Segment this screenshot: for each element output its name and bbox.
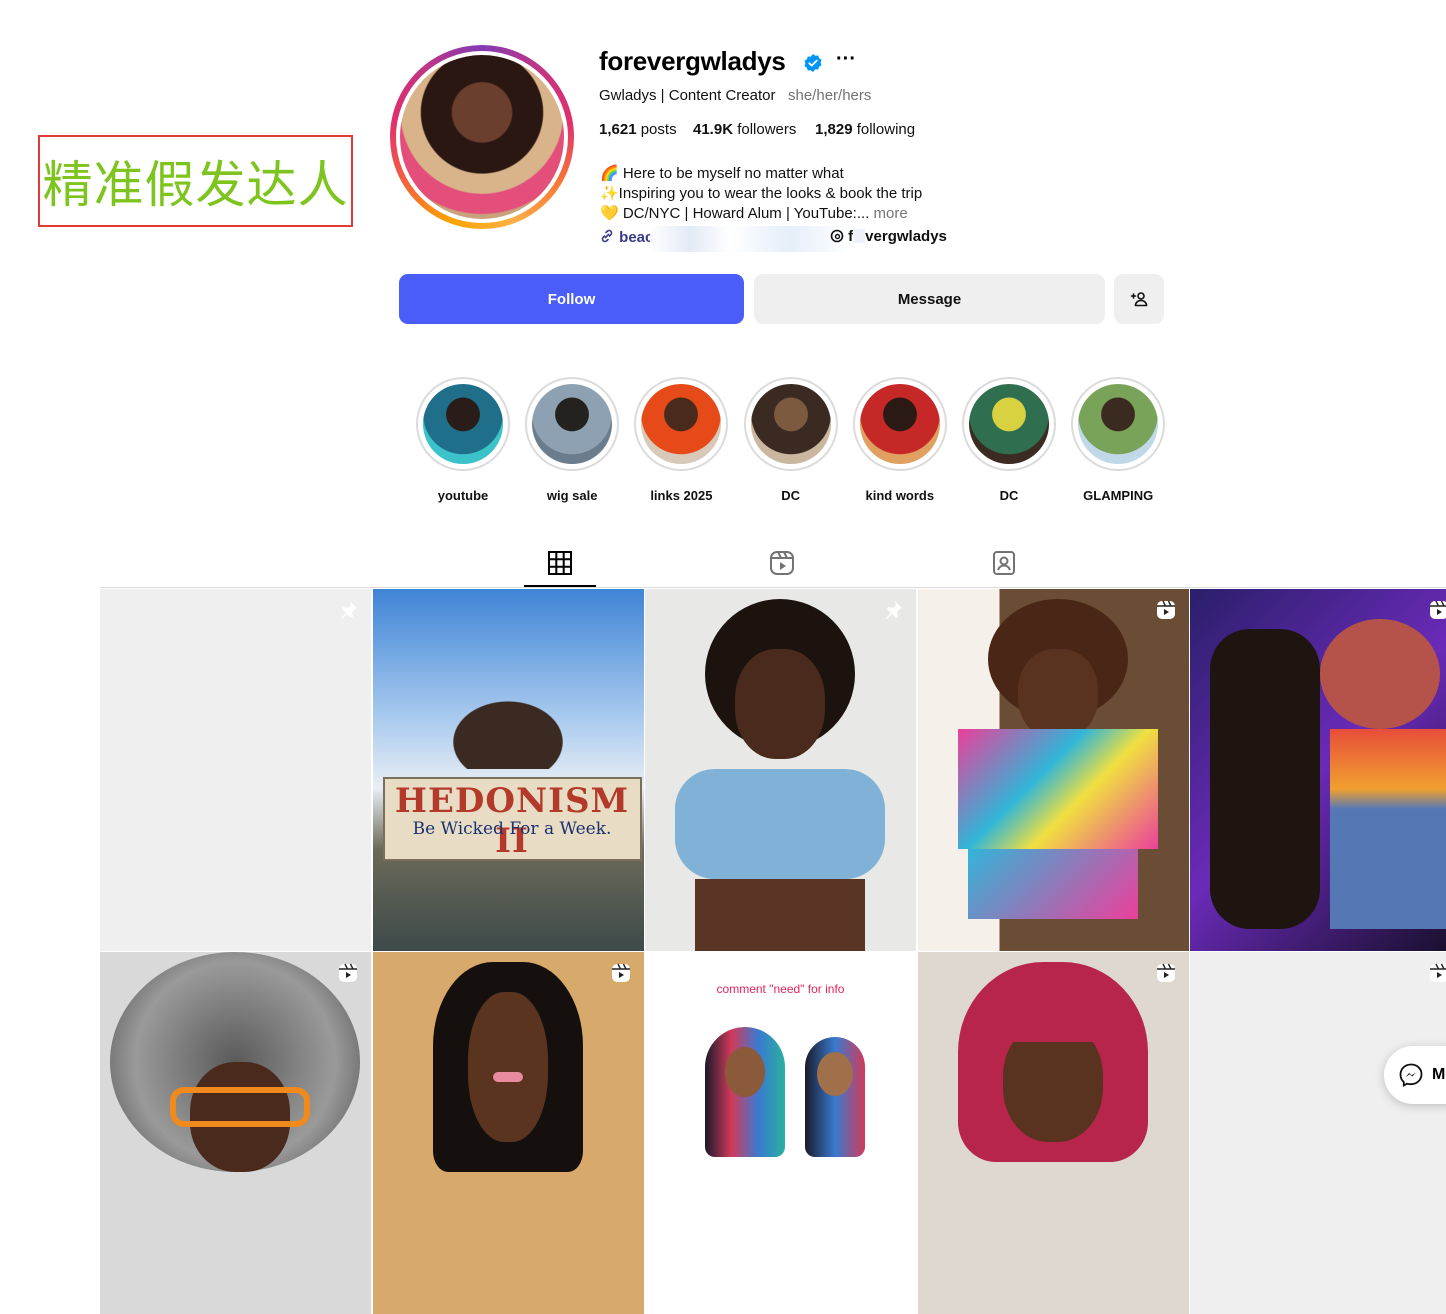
highlight-cover bbox=[969, 384, 1049, 464]
grid-icon[interactable] bbox=[546, 549, 574, 577]
reel-icon bbox=[1155, 962, 1177, 984]
bio-line-2: ✨Inspiring you to wear the looks & book … bbox=[600, 185, 923, 202]
annotation-label: 精准假发达人 bbox=[38, 135, 353, 227]
highlight-item[interactable]: DC bbox=[960, 377, 1058, 503]
highlight-ring bbox=[1071, 377, 1166, 471]
threads-handle-blur bbox=[853, 229, 866, 243]
highlight-label: youtube bbox=[437, 488, 489, 503]
sign-subtitle: Be Wicked For a Week. bbox=[412, 819, 612, 839]
highlight-item[interactable]: GLAMPING bbox=[1069, 377, 1167, 503]
messages-button[interactable]: M bbox=[1384, 1046, 1446, 1104]
following-number: 1,829 bbox=[815, 121, 853, 138]
highlight-item[interactable]: wig sale bbox=[523, 377, 621, 503]
posts-label: posts bbox=[636, 121, 677, 138]
highlight-item[interactable]: youtube bbox=[414, 377, 512, 503]
highlight-item[interactable]: kind words bbox=[851, 377, 949, 503]
highlight-label: links 2025 bbox=[650, 488, 713, 503]
highlight-cover bbox=[1078, 384, 1159, 464]
followers-link[interactable]: 41.9K followers bbox=[693, 121, 796, 138]
followers-label: followers bbox=[733, 121, 797, 138]
post-thumbnail[interactable] bbox=[645, 589, 916, 951]
post-thumbnail[interactable]: HEDONISM II Be Wicked For a Week. bbox=[373, 589, 644, 951]
tabs-divider bbox=[100, 587, 1446, 588]
external-link[interactable]: beac bbox=[599, 228, 653, 246]
messenger-icon bbox=[1399, 1063, 1423, 1088]
posts-number: 1,621 bbox=[599, 121, 637, 138]
highlight-item[interactable]: DC bbox=[742, 377, 840, 503]
reel-icon bbox=[1428, 962, 1446, 984]
threads-icon bbox=[830, 229, 844, 243]
post-thumbnail[interactable]: comment "need" for info bbox=[645, 952, 916, 1314]
full-name: Gwladys | Content Creator bbox=[599, 87, 776, 104]
post-thumbnail[interactable] bbox=[918, 589, 1189, 951]
bio-line-1: 🌈 Here to be myself no matter what bbox=[600, 165, 844, 182]
following-link[interactable]: 1,829 following bbox=[815, 121, 915, 138]
highlight-ring bbox=[634, 377, 729, 471]
verified-badge-icon bbox=[804, 54, 822, 72]
bio-more-link[interactable]: more bbox=[874, 205, 908, 222]
external-link-text: beac bbox=[619, 229, 654, 246]
avatar[interactable] bbox=[400, 55, 564, 219]
posts-count: 1,621 posts bbox=[599, 121, 677, 138]
reel-icon bbox=[610, 962, 632, 984]
highlight-cover bbox=[532, 384, 613, 464]
tagged-icon[interactable] bbox=[990, 549, 1018, 577]
post-thumbnail[interactable] bbox=[918, 952, 1189, 1314]
highlight-cover bbox=[859, 384, 940, 464]
highlight-ring bbox=[962, 377, 1056, 471]
pronouns: she/her/hers bbox=[788, 87, 872, 104]
threads-handle: vergwladys bbox=[865, 228, 947, 245]
messages-label: M bbox=[1432, 1066, 1446, 1083]
highlight-ring bbox=[416, 377, 510, 471]
reels-icon[interactable] bbox=[768, 549, 796, 577]
highlight-label: DC bbox=[999, 488, 1019, 503]
username: forevergwladys bbox=[599, 46, 786, 76]
active-tab-indicator bbox=[524, 585, 596, 587]
threads-link[interactable]: f vergwladys bbox=[830, 228, 947, 245]
reel-icon bbox=[1428, 599, 1446, 621]
post-thumbnail[interactable] bbox=[373, 952, 644, 1314]
bio-line-3: 💛 DC/NYC | Howard Alum | YouTube:... mor… bbox=[600, 204, 908, 222]
reel-icon bbox=[337, 962, 359, 984]
pinned-icon bbox=[337, 599, 359, 621]
highlight-label: kind words bbox=[865, 488, 935, 503]
highlight-label: wig sale bbox=[546, 488, 598, 503]
highlight-ring bbox=[852, 377, 947, 471]
highlight-ring bbox=[525, 377, 620, 471]
highlight-cover bbox=[641, 384, 722, 464]
suggested-users-button[interactable] bbox=[1114, 274, 1164, 324]
highlight-item[interactable]: links 2025 bbox=[632, 377, 730, 503]
post-thumbnail[interactable] bbox=[100, 952, 371, 1314]
bio-line-3-text: 💛 DC/NYC | Howard Alum | YouTube:... bbox=[600, 205, 870, 222]
post-overlay-text: comment "need" for info bbox=[716, 982, 845, 996]
message-button[interactable]: Message bbox=[754, 274, 1105, 324]
pinned-icon bbox=[882, 599, 904, 621]
highlight-cover bbox=[423, 384, 503, 464]
add-user-icon bbox=[1130, 292, 1148, 307]
followers-number: 41.9K bbox=[693, 121, 734, 138]
highlight-label: GLAMPING bbox=[1083, 488, 1154, 503]
highlight-label: DC bbox=[781, 488, 800, 503]
post-thumbnail[interactable] bbox=[100, 589, 371, 951]
highlight-ring bbox=[743, 377, 838, 471]
post-thumbnail[interactable] bbox=[1190, 589, 1446, 951]
highlight-cover bbox=[750, 384, 831, 464]
reel-icon bbox=[1155, 599, 1177, 621]
link-icon bbox=[601, 229, 613, 243]
options-menu-icon[interactable]: ··· bbox=[836, 49, 856, 69]
follow-button[interactable]: Follow bbox=[399, 274, 744, 324]
post-thumbnail[interactable] bbox=[1190, 952, 1446, 1314]
redaction-blur bbox=[650, 226, 850, 252]
following-label: following bbox=[852, 121, 916, 138]
